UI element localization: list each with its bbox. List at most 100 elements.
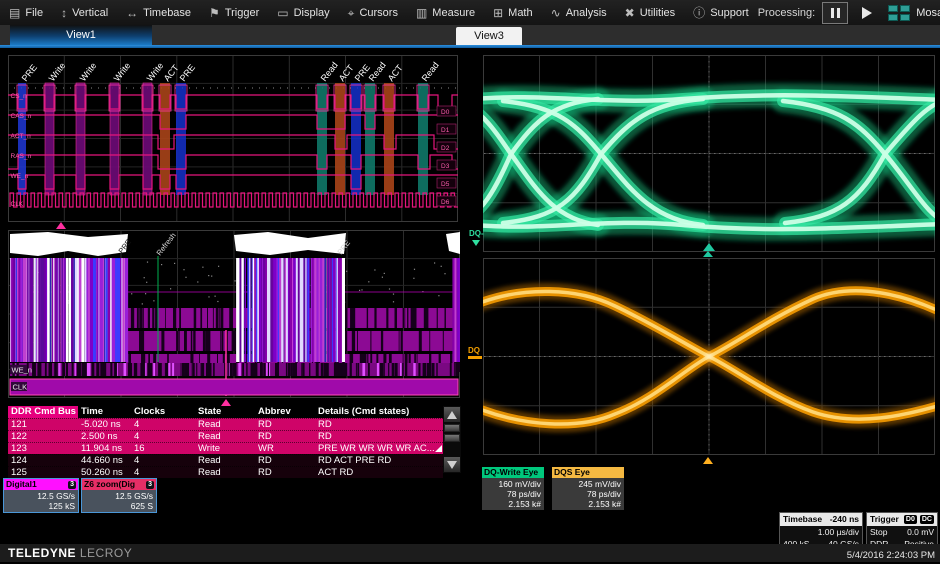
table-header-row: DDR Cmd Bus Time Clocks State Abbrev Det… [8,406,443,418]
processing-label: Processing: [758,7,815,19]
dqs-eye-graticule[interactable] [483,258,935,455]
timebase-scale: 1.00 µs/div [818,526,859,538]
col-details: Details (Cmd states) [315,406,443,418]
dqs-level-marker[interactable] [468,356,482,359]
svg-text:WE_n: WE_n [11,173,29,180]
dqs-trigger-marker[interactable] [703,251,713,257]
ddr-bus-zoom-graticule[interactable]: WE_n PRE Refresh PRE CLK [8,230,460,398]
time-position-marker[interactable] [56,222,66,229]
oscilloscope-app: ▤File ↕Vertical ↔Timebase ⚑Trigger ▭Disp… [0,0,940,564]
timebase-icon: ↔ [126,7,138,19]
menu-label: Support [710,7,749,19]
menu-item-analysis[interactable]: ∿ Analysis [542,0,616,25]
clk-bus-bar [10,379,458,395]
svg-text:RAS_n: RAS_n [11,153,32,160]
dqs-trace-label: DQ [468,346,480,355]
scroll-thumb[interactable] [444,424,460,432]
menu-label: Utilities [640,7,675,19]
descriptor-label: Z6 [84,479,94,490]
tab-view3[interactable]: View3 [456,27,522,45]
descriptor-label: Digital1 [6,479,37,490]
scroll-thumb[interactable] [444,434,460,442]
menu-label: Timebase [143,7,191,19]
vertical-icon: ↕ [61,7,67,19]
dqs-eye-descriptor[interactable]: DQS Eye 245 mV/div 78 ps/div 2.153 k# [552,467,624,510]
expand-indicator-icon[interactable] [435,445,442,452]
analysis-icon: ∿ [551,7,561,19]
table-title: DDR Cmd Bus [8,406,78,418]
menu-label: Analysis [566,7,607,19]
menu-label: Vertical [72,7,108,19]
play-icon [862,7,872,19]
z6-zoom-descriptor[interactable]: Z6 zoom(Dig 3 12.5 GS/s 625 S [81,478,157,513]
table-scrollbar [443,406,461,473]
bus-transition-stripes [452,258,460,362]
menu-label: Display [294,7,330,19]
col-time: Time [78,406,131,418]
table-row[interactable]: 12311.904 ns16 WriteWR PRE WR WR WR WR A… [8,442,443,454]
menu-label: Cursors [359,7,398,19]
menu-item-timebase[interactable]: ↔ Timebase [117,0,200,25]
horizontal-scale: 78 ps/div [554,489,621,499]
menu-item-file[interactable]: ▤ File [0,0,52,25]
table-row[interactable]: 1222.500 ns4 ReadRDRD [8,430,443,442]
group-count-badge: 3 [146,481,154,489]
ddr-command-timing-graticule[interactable]: PRE Write Write Write Write ACT PRE Read… [8,55,458,222]
menu-item-measure[interactable]: ▥Measure [407,0,484,25]
menu-item-cursors[interactable]: ⌖Cursors [339,0,407,25]
horizontal-scale: 78 ps/div [484,489,541,499]
svg-text:CLK: CLK [11,201,24,208]
vertical-scale: 245 mV/div [554,479,621,489]
trigger-level: 0.0 mV [907,526,934,538]
svg-text:ACT_n: ACT_n [11,133,32,140]
datetime-status: 5/4/2016 2:24:03 PM [847,550,935,561]
play-button[interactable] [855,3,879,23]
dq-level-marker[interactable] [472,240,480,246]
table-row[interactable]: 12550.260 ns4 ReadRDACT RD [8,466,443,478]
menu-item-support[interactable]: ⓘSupport [684,0,758,25]
sample-rate: 12.5 GS/s [6,491,75,501]
table-row[interactable]: 121-5.020 ns4 ReadRDRD [8,418,443,430]
trigger-flag-icon: ⚑ [209,7,220,19]
trigger-mode: Stop [870,526,888,538]
acquisition-count: 2.153 k# [554,499,621,509]
svg-text:D5: D5 [441,181,450,188]
pause-icon [831,8,834,18]
sample-count: 625 S [84,501,153,511]
trigger-coupling-badge: DC [920,515,934,524]
menu-item-display[interactable]: ▭ Display [268,0,338,25]
scroll-up-button[interactable] [444,407,460,422]
tab-view1[interactable]: View1 [10,25,152,45]
math-icon: ⊞ [493,7,503,19]
up-arrow-icon [447,411,457,419]
svg-text:D2: D2 [441,145,450,152]
status-bar [0,544,940,562]
svg-text:D0: D0 [441,109,450,116]
display-icon: ▭ [277,7,288,19]
down-arrow-icon [447,461,457,469]
zoom-cursor-marker[interactable] [221,399,231,406]
dq-write-eye-graticule[interactable] [483,55,935,252]
digital1-descriptor[interactable]: Digital1 3 12.5 GS/s 125 kS [3,478,79,513]
menu-label: File [25,7,43,19]
scroll-down-button[interactable] [444,457,460,472]
pause-button[interactable] [822,2,848,24]
bus-transition-stripes [10,258,128,362]
table-row[interactable]: 12444.660 ns4 ReadRDRD ACT PRE RD [8,454,443,466]
trigger-title: Trigger [870,513,899,526]
dq-write-eye-descriptor[interactable]: DQ-Write Eye 160 mV/div 78 ps/div 2.153 … [482,467,544,510]
sample-rate: 12.5 GS/s [84,491,153,501]
file-icon: ▤ [9,7,20,19]
menu-item-math[interactable]: ⊞Math [484,0,542,25]
dqs-bottom-marker[interactable] [703,457,713,464]
menu-item-trigger[interactable]: ⚑Trigger [200,0,268,25]
mosaic-dropdown[interactable]: Mosaic [886,3,940,23]
menu-item-utilities[interactable]: ✖Utilities [616,0,685,25]
ddr-cmd-table: DDR Cmd Bus Time Clocks State Abbrev Det… [8,406,443,473]
trigger-source-badge: D0 [904,515,917,524]
menu-item-vertical[interactable]: ↕ Vertical [52,0,117,25]
svg-text:CS_n: CS_n [11,93,28,100]
svg-text:D3: D3 [441,163,450,170]
tab-underline [0,45,940,48]
col-state: State [195,406,255,418]
